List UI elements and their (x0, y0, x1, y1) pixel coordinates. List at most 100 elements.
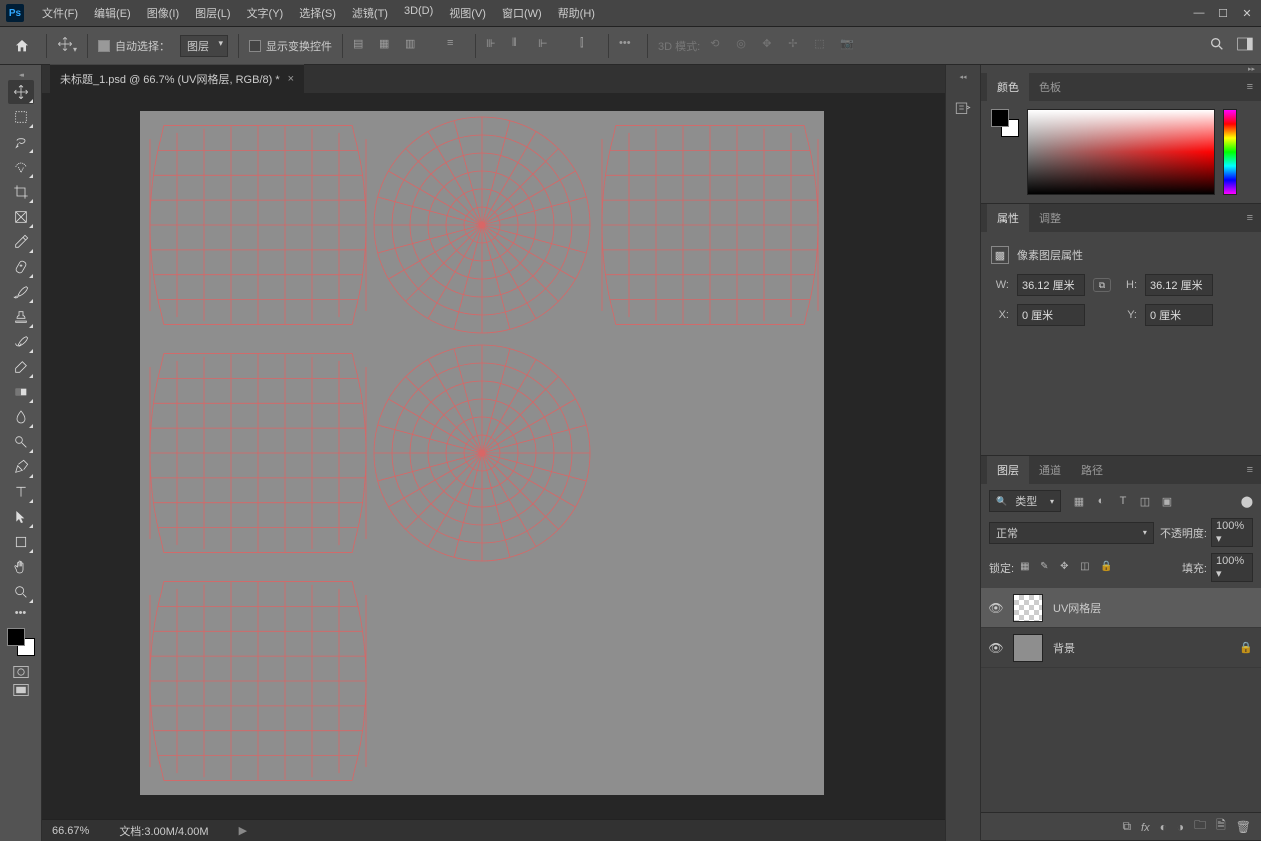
document-tab[interactable]: 未标题_1.psd @ 66.7% (UV网格层, RGB/8) * × (50, 64, 304, 93)
link-wh-icon[interactable]: ⧉ (1093, 278, 1111, 292)
eraser-tool[interactable] (8, 355, 34, 379)
align-icons[interactable]: ▤▦▥ ≡ (353, 37, 465, 55)
y-input[interactable]: 0 厘米 (1145, 304, 1213, 326)
menu-item[interactable]: 3D(D) (396, 2, 441, 24)
menu-item[interactable]: 图像(I) (139, 2, 187, 24)
tab-properties[interactable]: 属性 (987, 204, 1029, 232)
fx-icon[interactable]: fx (1141, 820, 1150, 834)
panel-menu-icon[interactable]: ≡ (1239, 212, 1261, 224)
menu-item[interactable]: 滤镜(T) (344, 2, 396, 24)
panels-handle[interactable]: ▸▸ (981, 65, 1261, 73)
screenmode-icon[interactable] (13, 683, 29, 697)
layer-filter-kind[interactable]: 类型 (989, 490, 1061, 512)
menu-item[interactable]: 编辑(E) (86, 2, 139, 24)
zoom-tool[interactable] (8, 580, 34, 604)
panel-menu-icon[interactable]: ≡ (1239, 81, 1261, 93)
history-panel-icon[interactable] (949, 95, 977, 123)
hue-bar[interactable] (1223, 109, 1237, 195)
3d-mode-icons[interactable]: ⟲◎✥✢⬚📷 (710, 37, 858, 55)
pen-tool[interactable] (8, 455, 34, 479)
tab-close-icon[interactable]: × (288, 73, 294, 85)
move-tool[interactable] (8, 80, 34, 104)
fill-input[interactable]: 100% ▾ (1211, 553, 1253, 582)
text-tool[interactable] (8, 480, 34, 504)
crop-tool[interactable] (8, 180, 34, 204)
status-arrow-icon[interactable]: ▶ (239, 824, 247, 837)
menu-item[interactable]: 帮助(H) (550, 2, 603, 24)
toolbox-handle[interactable] (0, 71, 41, 79)
home-button[interactable] (8, 32, 36, 60)
color-spectrum[interactable] (1027, 109, 1215, 195)
brush-tool[interactable] (8, 280, 34, 304)
visibility-icon[interactable]: 👁 (989, 641, 1003, 655)
layer-name[interactable]: UV网格层 (1053, 600, 1253, 616)
menu-item[interactable]: 图层(L) (187, 2, 238, 24)
minimize-button[interactable]: — (1191, 6, 1207, 20)
opacity-input[interactable]: 100% ▾ (1211, 518, 1253, 547)
zoom-level[interactable]: 66.67% (52, 825, 89, 837)
tab-swatches[interactable]: 色板 (1029, 73, 1071, 101)
quick-select-tool[interactable] (8, 155, 34, 179)
layer-thumb[interactable] (1013, 634, 1043, 662)
blur-tool[interactable] (8, 405, 34, 429)
layer-name[interactable]: 背景 (1053, 640, 1229, 656)
x-input[interactable]: 0 厘米 (1017, 304, 1085, 326)
auto-select-target[interactable]: 图层 (180, 35, 228, 57)
more-options-icon[interactable]: ••• (619, 37, 637, 55)
tab-layers[interactable]: 图层 (987, 456, 1029, 484)
panel-menu-icon[interactable]: ≡ (1239, 464, 1261, 476)
width-input[interactable]: 36.12 厘米 (1017, 274, 1085, 296)
filter-toggle[interactable]: ⬤ (1241, 495, 1253, 508)
gradient-tool[interactable] (8, 380, 34, 404)
menu-item[interactable]: 窗口(W) (494, 2, 550, 24)
tab-paths[interactable]: 路径 (1071, 456, 1113, 484)
auto-select-checkbox[interactable]: 自动选择： (98, 38, 170, 54)
layer-row[interactable]: 👁背景🔒 (981, 628, 1261, 668)
healing-tool[interactable] (8, 255, 34, 279)
mask-icon[interactable]: ◐ (1160, 820, 1167, 834)
menu-item[interactable]: 文字(Y) (239, 2, 292, 24)
tab-color[interactable]: 颜色 (987, 73, 1029, 101)
shape-tool[interactable] (8, 530, 34, 554)
marquee-tool[interactable] (8, 105, 34, 129)
layer-filter-icons[interactable]: ▦◐T◫▣ (1071, 493, 1175, 509)
menu-item[interactable]: 文件(F) (34, 2, 86, 24)
maximize-button[interactable]: ☐ (1215, 6, 1231, 20)
height-input[interactable]: 36.12 厘米 (1145, 274, 1213, 296)
show-transform-checkbox[interactable]: 显示变换控件 (249, 38, 332, 54)
close-button[interactable]: ✕ (1239, 6, 1255, 20)
menu-item[interactable]: 视图(V) (441, 2, 494, 24)
path-select-tool[interactable] (8, 505, 34, 529)
lock-icons[interactable]: ▦✎✥◫🔒 (1020, 561, 1114, 575)
new-layer-icon[interactable]: 🗎 (1216, 816, 1226, 837)
history-brush-tool[interactable] (8, 330, 34, 354)
layer-thumb[interactable] (1013, 594, 1043, 622)
frame-tool[interactable] (8, 205, 34, 229)
dodge-tool[interactable] (8, 430, 34, 454)
visibility-icon[interactable]: 👁 (989, 601, 1003, 615)
group-icon[interactable]: 🗀 (1194, 816, 1206, 837)
distribute-icons[interactable]: ⊪⫴⊩ ⫿ (486, 37, 598, 55)
stamp-tool[interactable] (8, 305, 34, 329)
adjustment-icon[interactable]: ◑ (1177, 820, 1184, 834)
canvas[interactable] (140, 111, 824, 795)
link-layers-icon[interactable]: ⧉ (1122, 819, 1131, 834)
strip-handle[interactable]: ◂◂ (959, 73, 966, 81)
search-icon[interactable] (1209, 36, 1225, 55)
hand-tool[interactable] (8, 555, 34, 579)
layer-row[interactable]: 👁 UV网格层 (981, 588, 1261, 628)
delete-icon[interactable]: 🗑 (1236, 820, 1251, 834)
quickmask-icon[interactable] (13, 665, 29, 679)
doc-info[interactable]: 文档:3.00M/4.00M (119, 823, 208, 839)
color-panel: 颜色 色板 ≡ (981, 73, 1261, 204)
tab-channels[interactable]: 通道 (1029, 456, 1071, 484)
workspace-icon[interactable] (1237, 37, 1253, 54)
menu-item[interactable]: 选择(S) (291, 2, 344, 24)
edit-toolbar[interactable]: ••• (8, 605, 34, 621)
color-swatch-mini[interactable] (991, 109, 1019, 137)
lasso-tool[interactable] (8, 130, 34, 154)
eyedropper-tool[interactable] (8, 230, 34, 254)
blend-mode-select[interactable]: 正常 (989, 522, 1154, 544)
color-swatch[interactable] (7, 628, 35, 656)
tab-adjustments[interactable]: 调整 (1029, 204, 1071, 232)
